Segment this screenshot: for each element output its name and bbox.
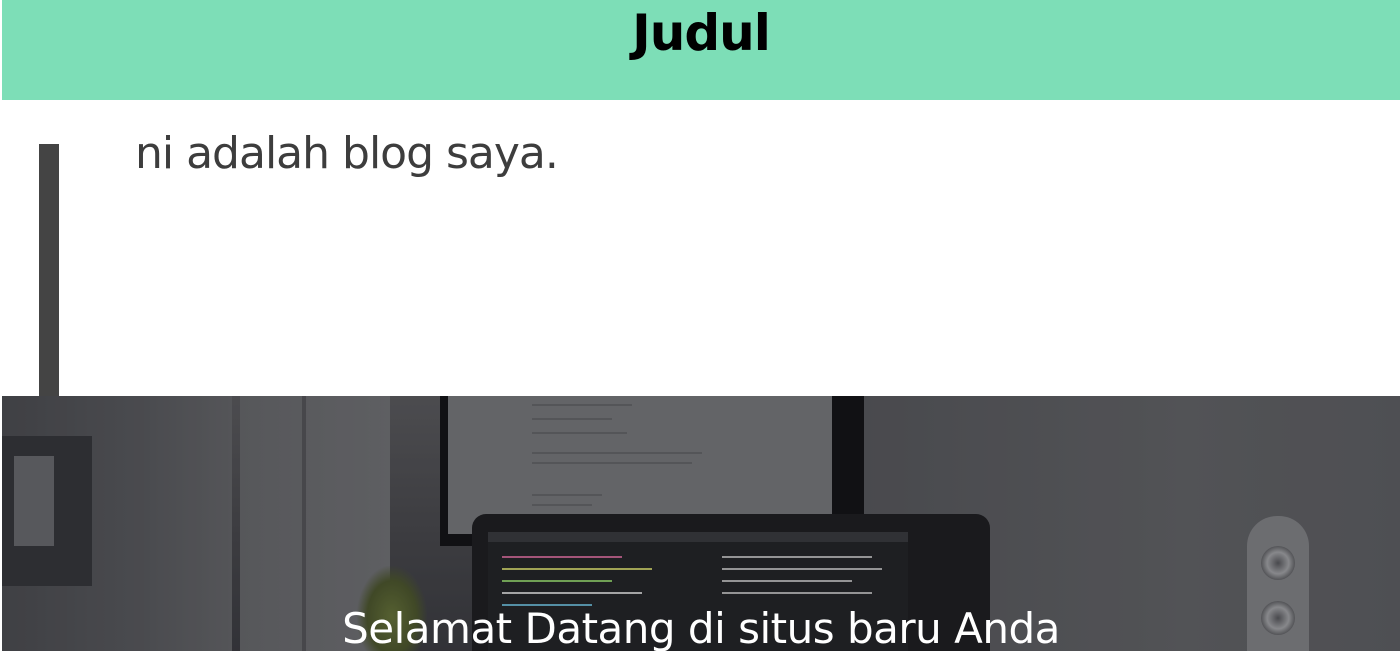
- hero-banner: Selamat Datang di situs baru Anda: [2, 396, 1400, 651]
- blockquote-bar: [39, 144, 59, 396]
- page: Judul ni adalah blog saya. Selamat Datan…: [0, 0, 1400, 651]
- site-header: Judul: [2, 0, 1400, 100]
- page-title: Judul: [632, 4, 771, 62]
- intro-text: ni adalah blog saya.: [135, 128, 559, 179]
- hero-title: Selamat Datang di situs baru Anda: [342, 604, 1060, 651]
